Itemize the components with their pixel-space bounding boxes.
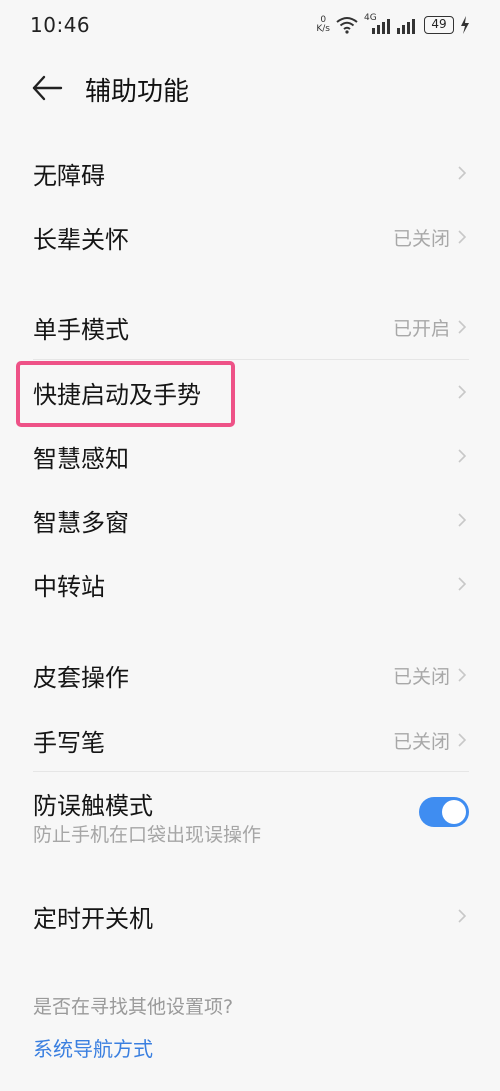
toggle-knob: [442, 800, 466, 824]
back-arrow-icon[interactable]: [30, 74, 64, 102]
signal-4g: 4G: [364, 13, 390, 35]
net-speed-unit: K/s: [316, 24, 330, 34]
list-item-case-operation[interactable]: 皮套操作 已关闭: [0, 643, 500, 707]
chevron-right-icon: [458, 733, 467, 747]
list-item-transfer-station[interactable]: 中转站: [0, 552, 500, 616]
page-header: 辅助功能: [0, 58, 500, 118]
highlight-box: [16, 361, 235, 427]
net-speed: 0 K/s: [316, 16, 330, 34]
status-time: 10:46: [30, 13, 91, 37]
chevron-right-icon: [458, 320, 467, 334]
item-subtitle: 防止手机在口袋出现误操作: [33, 824, 262, 846]
item-status: 已关闭: [392, 730, 450, 753]
footer-question: 是否在寻找其他设置项?: [33, 996, 234, 1018]
chevron-right-icon: [458, 230, 467, 244]
item-label: 定时开关机: [33, 904, 153, 933]
charging-icon: [461, 16, 469, 34]
item-label: 单手模式: [33, 315, 129, 344]
list-item-accessibility[interactable]: 无障碍: [0, 141, 500, 205]
chevron-right-icon: [458, 385, 467, 399]
item-label: 无障碍: [33, 161, 105, 190]
list-item-one-hand-mode[interactable]: 单手模式 已开启: [0, 295, 500, 359]
system-navigation-link[interactable]: 系统导航方式: [33, 1033, 153, 1062]
item-label: 长辈关怀: [33, 225, 129, 254]
signal-icon: [372, 19, 390, 34]
anti-mistouch-toggle[interactable]: [419, 797, 469, 827]
chevron-right-icon: [458, 668, 467, 682]
wifi-icon: [336, 17, 358, 34]
item-label: 皮套操作: [33, 663, 129, 692]
chevron-right-icon: [458, 513, 467, 527]
list-item-stylus[interactable]: 手写笔 已关闭: [0, 708, 500, 772]
item-status: 已关闭: [392, 665, 450, 688]
signal-icon: [397, 19, 415, 34]
list-item-scheduled-power[interactable]: 定时开关机: [0, 884, 500, 948]
item-label: 智慧感知: [33, 444, 129, 473]
item-status: 已开启: [392, 317, 450, 340]
chevron-right-icon: [458, 449, 467, 463]
status-icons: 0 K/s 4G 49: [316, 13, 470, 35]
status-bar: 10:46 0 K/s 4G 49: [0, 0, 500, 50]
item-label: 手写笔: [33, 728, 105, 757]
list-item-elder-care[interactable]: 长辈关怀 已关闭: [0, 205, 500, 269]
item-status: 已关闭: [392, 227, 450, 250]
list-item-smart-multi-window[interactable]: 智慧多窗: [0, 488, 500, 552]
item-label: 防误触模式: [33, 792, 153, 820]
item-label: 中转站: [33, 572, 105, 601]
item-label: 智慧多窗: [33, 508, 129, 537]
battery-icon: 49: [424, 16, 454, 34]
page-title: 辅助功能: [85, 77, 190, 107]
list-item-smart-sensing[interactable]: 智慧感知: [0, 424, 500, 488]
chevron-right-icon: [458, 166, 467, 180]
chevron-right-icon: [458, 577, 467, 591]
chevron-right-icon: [458, 909, 467, 923]
